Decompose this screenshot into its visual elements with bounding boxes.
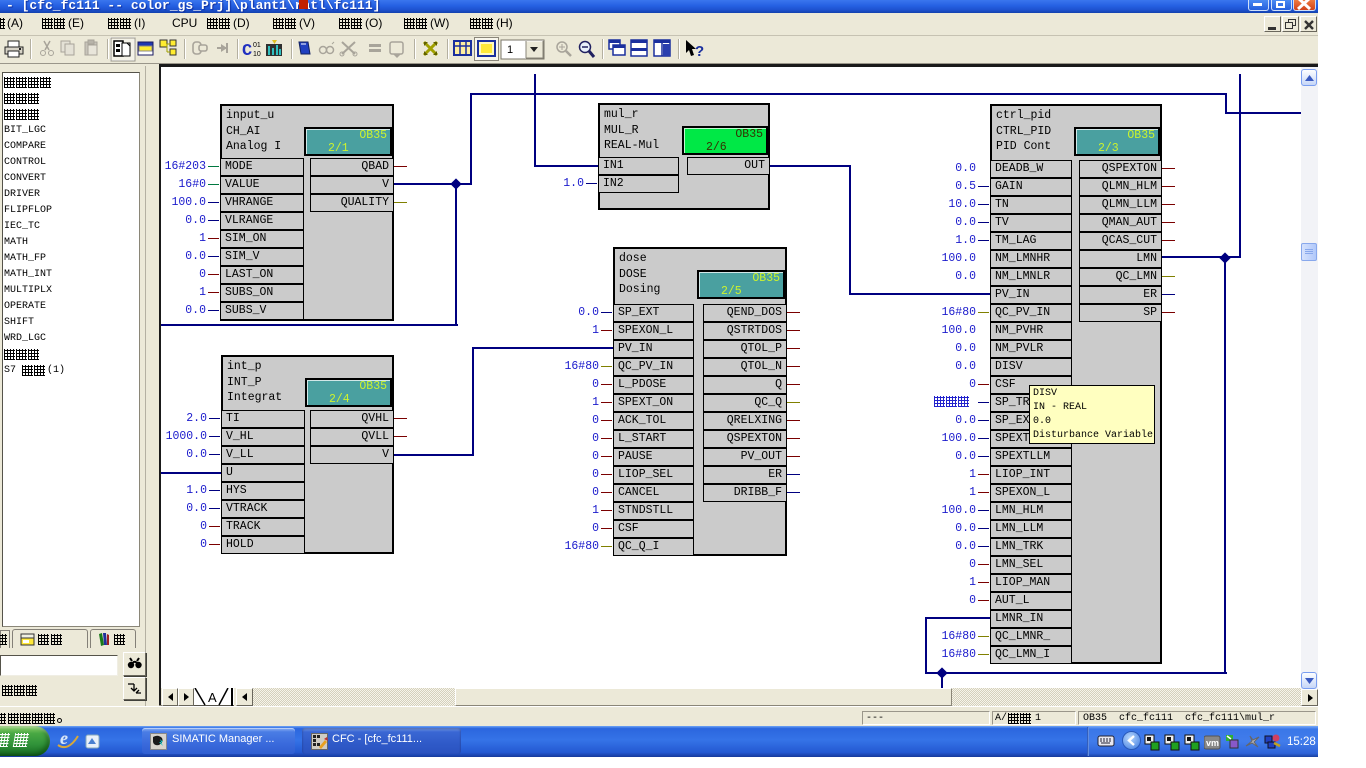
svg-text:C: C — [242, 42, 252, 61]
svg-text:01: 01 — [253, 42, 261, 49]
svg-text:A: A — [208, 690, 217, 705]
svg-text:?: ? — [695, 43, 704, 60]
svg-text:1: 1 — [507, 44, 513, 56]
svg-text:10: 10 — [253, 51, 261, 58]
svg-text:vm: vm — [1206, 738, 1219, 748]
